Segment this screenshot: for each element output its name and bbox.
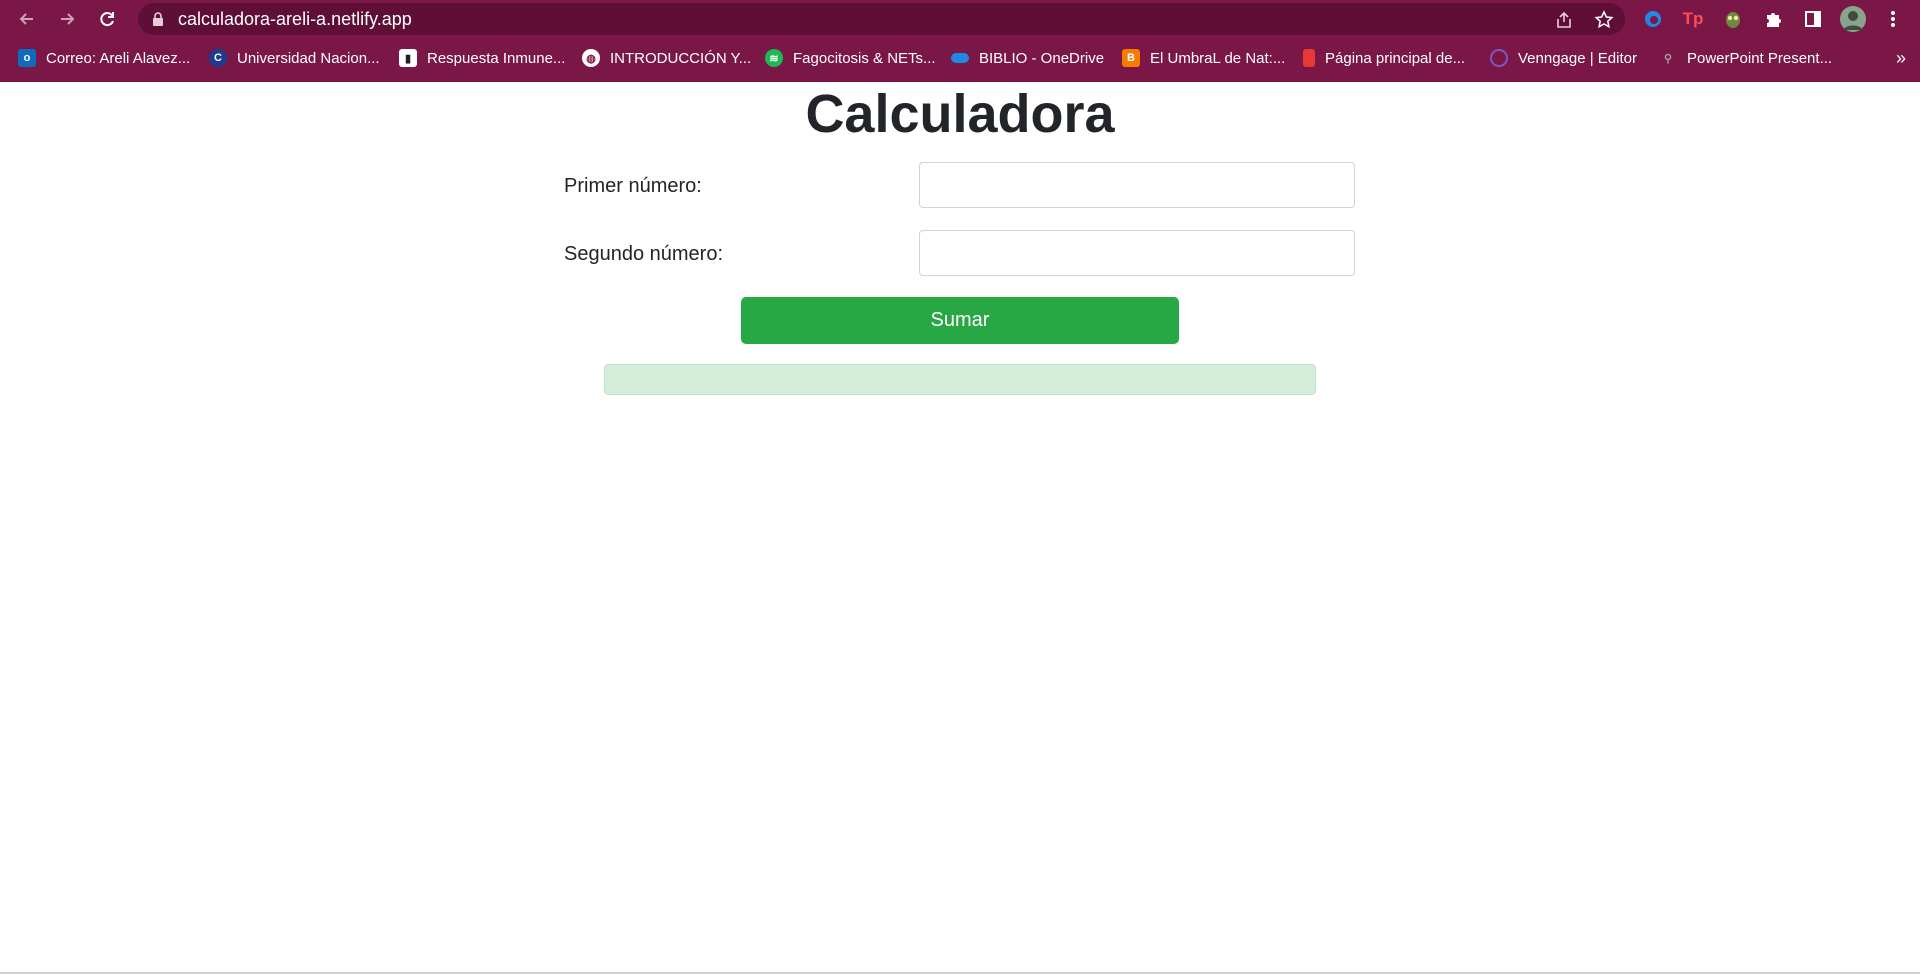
- more-bookmarks-chevron-icon[interactable]: »: [1896, 48, 1906, 69]
- bookmarks-bar: o Correo: Areli Alavez... C Universidad …: [0, 44, 1920, 74]
- article-icon: ▮: [399, 49, 417, 67]
- extension-edge-button[interactable]: [1640, 6, 1666, 32]
- bookmark-label: BIBLIO - OneDrive: [979, 49, 1105, 67]
- bookmark-label: Página principal de...: [1325, 49, 1466, 67]
- venngage-icon: [1490, 49, 1508, 67]
- sum-button[interactable]: Sumar: [741, 297, 1179, 344]
- bookmark-item[interactable]: ▮ Respuesta Inmune...: [399, 44, 565, 72]
- bookmark-label: El UmbraL de Nat:...: [1150, 49, 1286, 67]
- page-title: Calculadora: [805, 84, 1115, 144]
- star-icon: [1594, 10, 1614, 29]
- bookmark-label: INTRODUCCIÓN Y...: [610, 49, 752, 67]
- spotify-icon: ≋: [765, 49, 783, 67]
- url-text[interactable]: calculadora-areli-a.netlify.app: [178, 9, 412, 29]
- blogger-icon: B: [1122, 49, 1140, 67]
- bookmark-label: PowerPoint Present...: [1687, 49, 1833, 67]
- side-panel-icon: [1805, 11, 1821, 27]
- forward-arrow-icon: [61, 13, 75, 25]
- link-icon: ⚲: [1663, 52, 1673, 65]
- office-icon: [1303, 49, 1315, 67]
- share-icon: [1557, 11, 1571, 28]
- share-button[interactable]: [1553, 9, 1575, 31]
- bookmark-item[interactable]: o Correo: Areli Alavez...: [18, 44, 190, 72]
- globe-icon: ◍: [582, 49, 600, 67]
- back-button[interactable]: [14, 6, 40, 32]
- browser-chrome: calculadora-areli-a.netlify.app Tp o Cor…: [0, 0, 1920, 82]
- browser-menu-button[interactable]: [1880, 6, 1906, 32]
- result-box: [604, 364, 1316, 395]
- tp-extension-icon: Tp: [1682, 9, 1704, 28]
- reload-icon: [100, 12, 114, 27]
- puzzle-icon: [1767, 13, 1781, 27]
- bookmark-label: Universidad Nacion...: [237, 49, 380, 67]
- onedrive-icon: [951, 53, 969, 63]
- extension-tp-button[interactable]: Tp: [1680, 6, 1706, 32]
- kebab-menu-icon: [1891, 11, 1895, 27]
- bookmark-item[interactable]: ≋ Fagocitosis & NETs...: [765, 44, 936, 72]
- bookmark-star-button[interactable]: [1593, 9, 1615, 31]
- second-number-input[interactable]: [919, 230, 1355, 276]
- side-panel-button[interactable]: [1800, 6, 1826, 32]
- bookmark-item[interactable]: C Universidad Nacion...: [209, 44, 380, 72]
- extension-owl-button[interactable]: [1720, 6, 1746, 32]
- address-bar[interactable]: calculadora-areli-a.netlify.app: [138, 3, 1625, 35]
- lock-icon: [153, 12, 163, 26]
- extensions-button[interactable]: [1760, 6, 1786, 32]
- bookmark-item[interactable]: ◍ INTRODUCCIÓN Y...: [582, 44, 751, 72]
- bookmark-label: Respuesta Inmune...: [427, 49, 566, 67]
- profile-button[interactable]: [1840, 6, 1866, 32]
- bookmark-item[interactable]: Venngage | Editor: [1490, 44, 1637, 72]
- edge-extension-icon: [1645, 11, 1661, 27]
- second-number-label: Segundo número:: [564, 243, 724, 265]
- page-content: Calculadora Primer número: Segundo númer…: [0, 82, 1920, 972]
- avatar: [1840, 6, 1866, 32]
- first-number-label: Primer número:: [564, 175, 702, 197]
- bookmark-label: Venngage | Editor: [1518, 49, 1637, 67]
- first-number-input[interactable]: [919, 162, 1355, 208]
- reload-button[interactable]: [94, 6, 120, 32]
- bookmark-item[interactable]: ⚲ PowerPoint Present...: [1659, 44, 1832, 72]
- browser-toolbar: calculadora-areli-a.netlify.app Tp: [0, 0, 1920, 38]
- university-c-icon: C: [209, 49, 227, 67]
- bookmark-label: Correo: Areli Alavez...: [46, 49, 191, 67]
- outlook-icon: o: [18, 49, 36, 67]
- bookmark-item[interactable]: B El UmbraL de Nat:...: [1122, 44, 1285, 72]
- bookmark-label: Fagocitosis & NETs...: [793, 49, 936, 67]
- bookmark-item[interactable]: Página principal de...: [1303, 44, 1465, 72]
- back-arrow-icon: [19, 13, 33, 25]
- owl-extension-icon: [1726, 12, 1740, 28]
- forward-button[interactable]: [54, 6, 80, 32]
- bookmark-item[interactable]: BIBLIO - OneDrive: [951, 44, 1104, 72]
